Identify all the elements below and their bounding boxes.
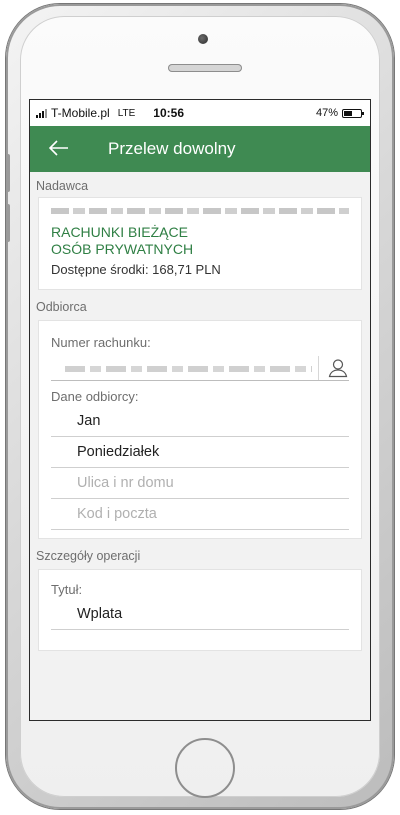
available-funds: Dostępne środki: 168,71 PLN xyxy=(51,262,221,277)
app-bar: Przelew dowolny xyxy=(30,126,370,172)
contact-picker-icon[interactable] xyxy=(327,357,349,379)
masked-sender-account-number xyxy=(51,208,349,214)
street-input[interactable]: Ulica i nr domu xyxy=(51,468,349,499)
screen: T-Mobile.pl LTE 10:56 47% Przelew dowoln… xyxy=(30,100,370,720)
page-title: Przelew dowolny xyxy=(108,139,236,158)
operation-details-card: Tytuł: Wplata xyxy=(38,569,362,651)
account-name-line1: RACHUNKI BIEŻĄCE xyxy=(51,224,188,240)
last-name-input[interactable]: Poniedziałek xyxy=(51,437,349,468)
account-name-line2: OSÓB PRYWATNYCH xyxy=(51,241,194,257)
recipient-data-label: Dane odbiorcy: xyxy=(51,389,139,404)
recipient-card: Numer rachunku: Dane odbiorcy: Jan Ponie… xyxy=(38,320,362,539)
volume-up-button xyxy=(6,154,10,192)
operation-section-label: Szczegóły operacji xyxy=(36,549,141,563)
title-label: Tytuł: xyxy=(51,582,83,597)
front-camera xyxy=(198,34,208,44)
earpiece-speaker xyxy=(168,64,242,72)
account-number-row xyxy=(39,352,361,380)
network-type: LTE xyxy=(117,107,136,119)
next-field-stub xyxy=(39,630,361,650)
recipient-section-label: Odbiorca xyxy=(36,300,87,314)
sender-section-label: Nadawca xyxy=(36,179,89,193)
back-arrow-icon[interactable] xyxy=(30,138,88,160)
battery-percent: 47% xyxy=(315,107,338,119)
volume-down-button xyxy=(6,204,10,242)
home-button[interactable] xyxy=(175,738,235,798)
signal-icon xyxy=(36,108,47,118)
account-number-label: Numer rachunku: xyxy=(51,335,151,350)
status-bar: T-Mobile.pl LTE 10:56 47% xyxy=(30,100,370,126)
battery-indicator: 47% xyxy=(315,107,364,119)
sender-account-card[interactable]: RACHUNKI BIEŻĄCE OSÓB PRYWATNYCH Dostępn… xyxy=(38,197,362,290)
status-time: 10:56 xyxy=(153,106,184,120)
account-number-field[interactable] xyxy=(65,366,312,372)
divider xyxy=(318,356,319,380)
carrier-name: T-Mobile.pl xyxy=(51,106,110,120)
title-input[interactable]: Wplata xyxy=(51,599,349,630)
battery-icon xyxy=(342,108,364,118)
postcode-city-input[interactable]: Kod i poczta xyxy=(51,499,349,530)
first-name-input[interactable]: Jan xyxy=(51,406,349,437)
